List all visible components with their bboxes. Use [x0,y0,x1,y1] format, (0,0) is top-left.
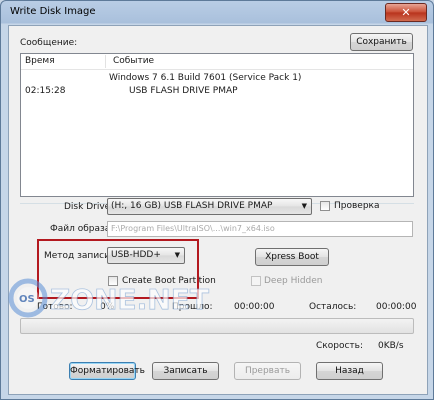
speed-label: Скорость: [316,341,363,351]
done-label: Готово: [37,302,73,312]
log-row-time: 02:15:28 [25,86,66,96]
remaining-label: Осталось: [309,302,357,312]
image-file-input[interactable]: F:\Program Files\UltraISO\...\win7_x64.i… [107,221,413,237]
disk-drive-label: Disk Drive: [64,202,114,212]
messages-label: Сообщение: [20,38,78,48]
done-value: 0% [100,302,115,312]
elapsed-label: Прошло: [172,302,213,312]
write-disk-image-window: Write Disk Image ✕ Сообщение: Сохранить … [0,0,434,400]
verify-label: Проверка [334,201,380,211]
dialog-client-area: Сообщение: Сохранить Время Событие Windo… [8,25,428,395]
title-bar[interactable]: Write Disk Image ✕ [1,1,433,25]
log-row-event: USB FLASH DRIVE PMAP [129,86,238,96]
log-column-event[interactable]: Событие [113,56,154,66]
log-column-time[interactable]: Время [25,56,55,66]
write-button[interactable]: Записать [152,362,219,380]
highlight-annotation-box [37,239,199,299]
deep-hidden-checkbox[interactable] [251,276,261,286]
close-button[interactable]: ✕ [385,3,427,22]
message-log-list[interactable]: Время Событие Windows 7 6.1 Build 7601 (… [20,53,414,197]
speed-value: 0KB/s [378,341,404,351]
disk-drive-value: (H:, 16 GB) USB FLASH DRIVE PMAP [111,201,273,211]
window-title: Write Disk Image [10,6,96,17]
verify-checkbox[interactable] [320,201,330,211]
column-separator [105,55,106,68]
abort-button[interactable]: Прервать [234,362,301,380]
log-header: Время Событие [21,54,413,70]
back-button[interactable]: Назад [316,362,383,380]
close-icon: ✕ [401,6,411,19]
elapsed-value: 00:00:00 [234,302,275,312]
xpress-boot-button[interactable]: Xpress Boot [255,248,329,266]
format-button[interactable]: Форматировать [69,362,145,380]
deep-hidden-label: Deep Hidden [264,276,323,286]
log-row-event: Windows 7 6.1 Build 7601 (Service Pack 1… [109,73,302,83]
write-progress-bar [20,318,414,334]
save-log-button[interactable]: Сохранить [350,33,413,51]
remaining-value: 00:00:00 [376,302,417,312]
chevron-down-icon: ▼ [301,202,307,210]
disk-drive-select[interactable]: (H:, 16 GB) USB FLASH DRIVE PMAP ▼ [107,198,312,215]
image-file-label: Файл образа: [50,224,114,234]
